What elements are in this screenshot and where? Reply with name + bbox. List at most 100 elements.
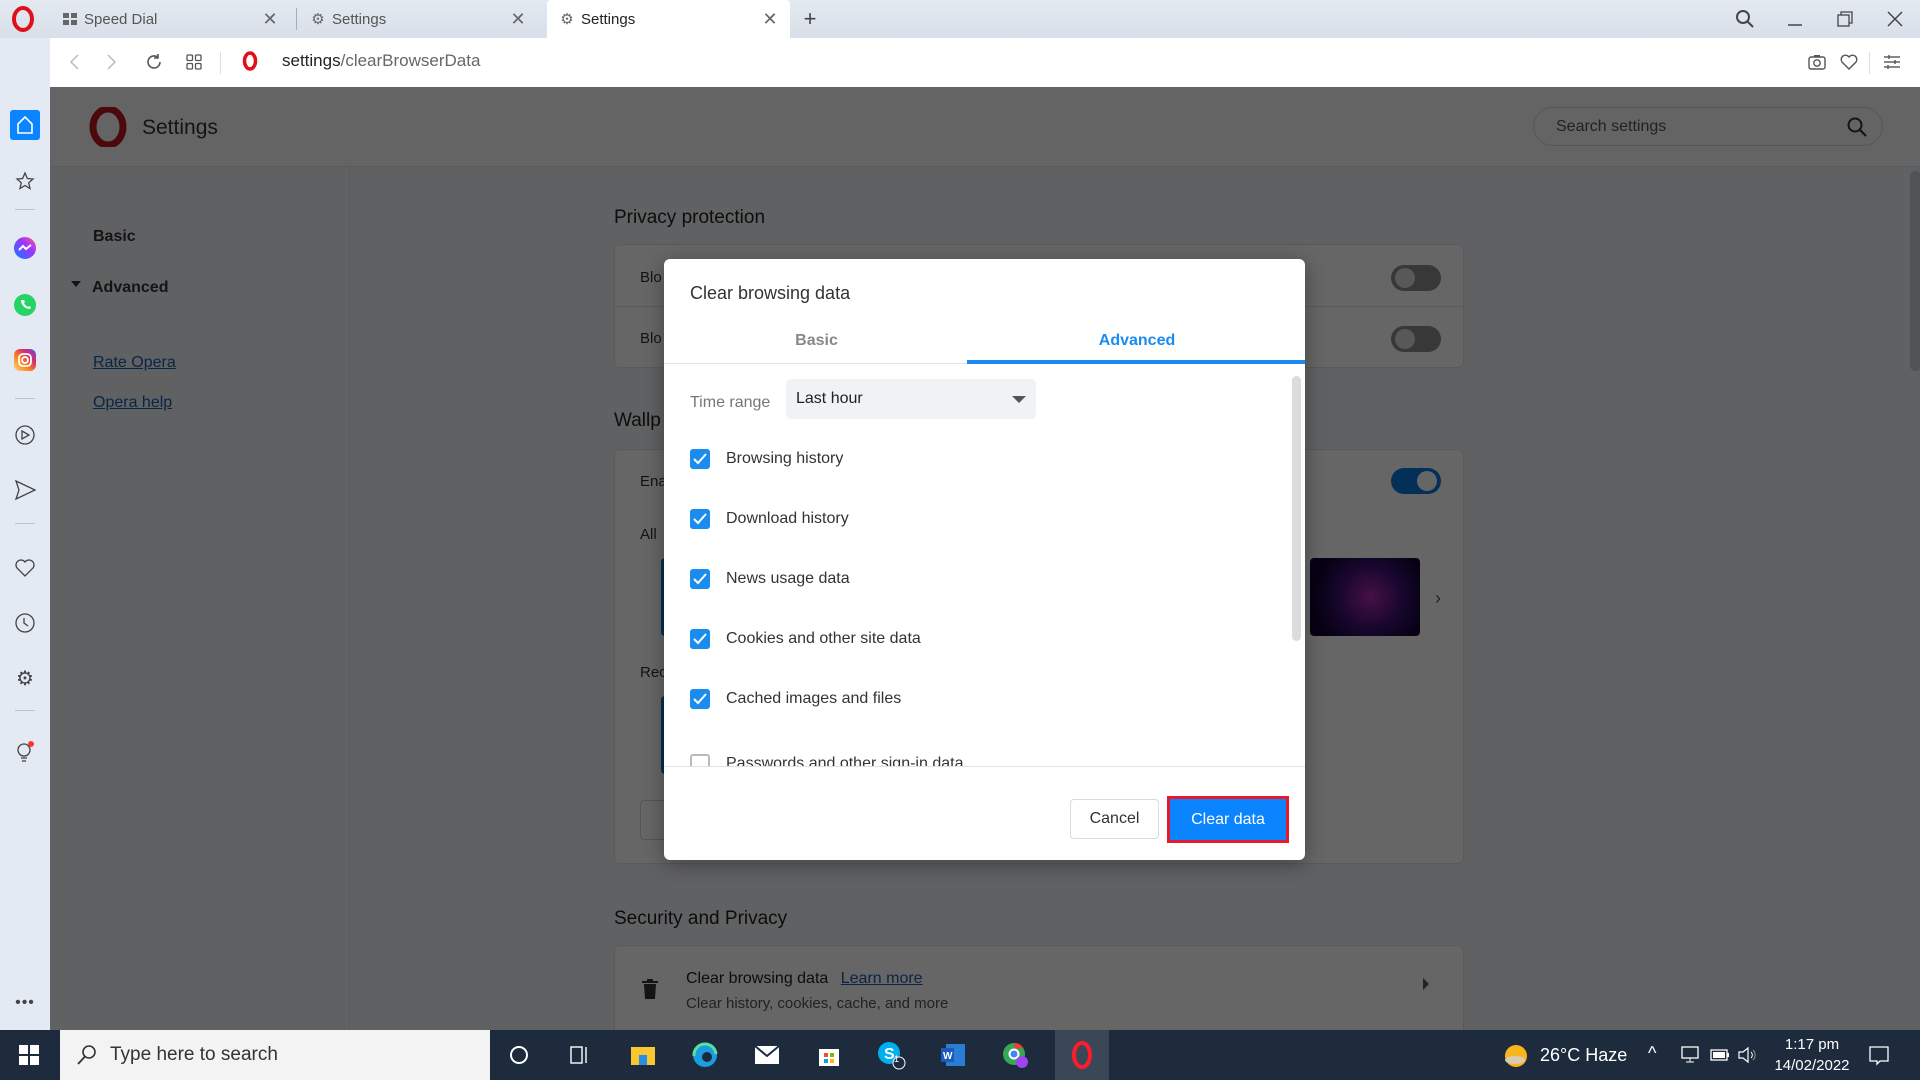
chevron-up-icon[interactable]: ^ — [1648, 1043, 1656, 1064]
checkbox-unchecked[interactable] — [690, 754, 710, 766]
sidebar-divider — [15, 398, 35, 399]
option-cached-images[interactable]: Cached images and files — [690, 684, 901, 714]
rate-opera-link[interactable]: Rate Opera — [93, 354, 176, 372]
time-range-label: Time range — [690, 394, 771, 411]
close-tab-icon[interactable]: ✕ — [760, 9, 780, 29]
tab-settings[interactable]: ⚙ Settings ✕ — [298, 0, 538, 38]
close-tab-icon[interactable]: ✕ — [260, 9, 280, 29]
notifications-icon[interactable] — [1868, 1045, 1890, 1072]
minimize-button[interactable] — [1780, 4, 1810, 34]
restore-button[interactable] — [1830, 4, 1860, 34]
checkbox-checked[interactable] — [690, 689, 710, 709]
clear-data-button[interactable]: Clear data — [1167, 796, 1289, 843]
enable-wallpapers-toggle[interactable] — [1391, 468, 1441, 494]
time-range-select[interactable]: Last hour — [786, 379, 1036, 419]
reload-button[interactable] — [140, 48, 168, 76]
weather-text[interactable]: 26°C Haze — [1540, 1045, 1627, 1066]
option-label: Download history — [726, 510, 849, 527]
clear-browsing-data-row[interactable]: Clear browsing data Learn more — [686, 970, 923, 988]
tab-label: Settings — [332, 10, 387, 28]
option-label: Cached images and files — [726, 690, 902, 707]
opera-site-icon — [242, 51, 258, 76]
task-view-button[interactable] — [563, 1038, 597, 1072]
url-field[interactable]: settings/clearBrowserData — [282, 51, 480, 71]
battery-icon[interactable] — [1708, 1048, 1730, 1067]
checkmark-icon — [693, 513, 707, 525]
search-settings-input[interactable]: Search settings — [1533, 107, 1883, 146]
start-button[interactable] — [12, 1038, 46, 1072]
restore-icon — [1837, 11, 1853, 27]
volume-icon[interactable] — [1737, 1045, 1759, 1070]
address-bar: settings/clearBrowserData — [50, 38, 1920, 87]
checkbox-checked[interactable] — [690, 569, 710, 589]
sidebar-bookmarks[interactable] — [10, 553, 40, 583]
sidebar-messenger[interactable] — [10, 233, 40, 263]
chevron-right-icon[interactable] — [1423, 978, 1429, 990]
tab-grid-button[interactable] — [180, 48, 208, 76]
sidebar-flow[interactable] — [10, 475, 40, 505]
tab-basic[interactable]: Basic — [664, 324, 969, 358]
sidebar-divider — [15, 710, 35, 711]
taskbar-search-input[interactable]: Type here to search — [60, 1030, 490, 1080]
settings-icon: ⚙ — [16, 667, 34, 690]
chrome-button[interactable] — [998, 1038, 1032, 1072]
option-label: Cookies and other site data — [726, 630, 921, 647]
snapshot-button[interactable] — [1803, 48, 1831, 76]
checkbox-checked[interactable] — [690, 449, 710, 469]
sidebar-more[interactable]: ••• — [10, 988, 40, 1018]
close-window-button[interactable] — [1880, 4, 1910, 34]
option-browsing-history[interactable]: Browsing history — [690, 444, 843, 474]
checkbox-checked[interactable] — [690, 629, 710, 649]
new-tab-button[interactable]: + — [795, 4, 825, 34]
opera-menu-button[interactable] — [10, 6, 36, 32]
file-explorer-button[interactable] — [626, 1038, 660, 1072]
mail-button[interactable] — [750, 1038, 784, 1072]
url-path: /clearBrowserData — [340, 51, 481, 70]
dialog-scrollbar[interactable] — [1292, 376, 1301, 641]
option-passwords[interactable]: Passwords and other sign-in data — [690, 749, 963, 766]
forward-button[interactable] — [98, 48, 126, 76]
sidebar-settings[interactable]: ⚙ — [10, 663, 40, 693]
tab-advanced[interactable]: Advanced — [969, 324, 1305, 358]
option-news-usage-data[interactable]: News usage data — [690, 564, 850, 594]
messenger-icon — [14, 237, 36, 259]
store-button[interactable] — [812, 1038, 846, 1072]
sidebar-home[interactable] — [10, 110, 40, 140]
option-cookies[interactable]: Cookies and other site data — [690, 624, 921, 654]
tab-settings-active[interactable]: ⚙ Settings ✕ — [547, 0, 790, 38]
cancel-button[interactable]: Cancel — [1070, 799, 1159, 839]
block-trackers-toggle[interactable] — [1391, 326, 1441, 352]
clock[interactable]: 1:17 pm 14/02/2022 — [1770, 1034, 1854, 1076]
opera-help-link[interactable]: Opera help — [93, 394, 172, 412]
nav-advanced[interactable]: Advanced — [92, 279, 168, 297]
word-button[interactable]: W — [936, 1038, 970, 1072]
network-icon[interactable] — [1678, 1045, 1700, 1070]
nav-basic[interactable]: Basic — [93, 228, 136, 246]
caret-down-icon — [71, 281, 81, 287]
learn-more-link[interactable]: Learn more — [841, 970, 923, 987]
close-tab-icon[interactable]: ✕ — [508, 9, 528, 29]
sidebar-instagram[interactable] — [10, 345, 40, 375]
sidebar-tips[interactable] — [10, 738, 40, 768]
sidebar-whatsapp[interactable] — [10, 290, 40, 320]
easy-setup-button[interactable] — [1878, 48, 1906, 76]
opera-taskbar-button[interactable] — [1055, 1030, 1109, 1080]
sidebar-player[interactable] — [10, 420, 40, 450]
wallpaper-thumbnail[interactable] — [1310, 558, 1420, 636]
tab-speed-dial[interactable]: Speed Dial ✕ — [50, 0, 290, 38]
block-ads-toggle[interactable] — [1391, 265, 1441, 291]
sidebar-history[interactable] — [10, 608, 40, 638]
back-button[interactable] — [60, 48, 88, 76]
page-scrollbar[interactable] — [1910, 171, 1920, 371]
chevron-right-icon[interactable]: › — [1435, 588, 1441, 609]
search-tabs-button[interactable] — [1730, 4, 1760, 34]
edge-button[interactable] — [688, 1038, 722, 1072]
option-download-history[interactable]: Download history — [690, 504, 849, 534]
section-title-privacy: Privacy protection — [614, 207, 766, 228]
bookmark-button[interactable] — [1835, 48, 1863, 76]
cortana-button[interactable] — [502, 1038, 536, 1072]
gear-icon: ⚙ — [560, 11, 574, 28]
skype-button[interactable]: S1 — [874, 1038, 908, 1072]
checkbox-checked[interactable] — [690, 509, 710, 529]
sidebar-speed-dial[interactable] — [10, 166, 40, 196]
